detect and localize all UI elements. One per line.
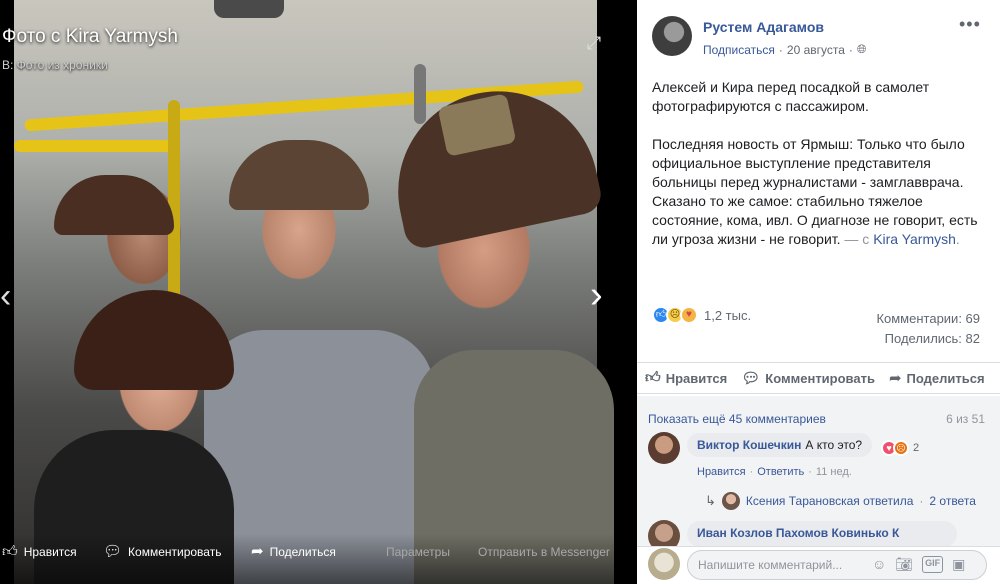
meta-separator: · <box>848 42 853 57</box>
reply-arrow-icon: ↳ <box>705 493 716 508</box>
comments-pagination: 6 из 51 <box>946 412 985 426</box>
show-more-comments-link[interactable]: Показать ещё 45 комментариев <box>648 412 826 426</box>
care-reaction-icon: ♥ <box>680 306 698 324</box>
replier-avatar <box>721 492 740 510</box>
share-icon: ➦ <box>251 543 264 560</box>
comment-bubble-partial: Иван Козлов Пахомов Ковинько К <box>687 521 957 547</box>
share-label: Поделиться <box>906 370 985 386</box>
comment-time[interactable]: 11 нед. <box>816 466 852 478</box>
sticker-icon[interactable]: ▣ <box>952 556 965 573</box>
current-user-avatar <box>648 548 680 580</box>
like-icon: 👍︎ <box>645 369 661 386</box>
post-paragraph: Последняя новость от Ярмыш: Только что б… <box>652 136 978 247</box>
yellow-pole <box>168 100 180 300</box>
follow-link[interactable]: Подписаться <box>703 43 775 57</box>
more-options-icon[interactable]: ••• <box>959 14 981 35</box>
comments-count[interactable]: Комментарии: 69 <box>876 309 980 329</box>
camera-icon[interactable]: 📷︎ <box>895 556 913 573</box>
comment-icon: 💬︎ <box>103 543 123 560</box>
photo-album[interactable]: В: Фото из хроники <box>2 58 108 72</box>
grey-strap <box>414 64 426 124</box>
author-name[interactable]: Рустем Адагамов <box>703 19 824 35</box>
post-body: Алексей и Кира перед посадкой в самолет … <box>652 78 982 268</box>
photo-options-button[interactable]: Параметры <box>386 543 450 561</box>
commenter-avatar[interactable] <box>648 432 680 464</box>
post-stats: Комментарии: 69 Поделились: 82 <box>876 309 980 349</box>
photo-options-label: Параметры <box>386 545 450 559</box>
with-prefix: — с <box>844 231 870 247</box>
globe-icon[interactable]: 🌐︎ <box>857 42 867 57</box>
emoji-icon[interactable]: ☺ <box>872 556 886 573</box>
comment-composer: ☺ 📷︎ GIF ▣ <box>637 546 1000 584</box>
replies-summary[interactable]: ↳ Ксения Тарановская ответила · 2 ответа <box>705 492 976 510</box>
send-in-messenger-button[interactable]: Отправить в Messenger <box>478 543 610 561</box>
photo-viewer: Фото с Kira Yarmysh В: Фото из хроники ⤢… <box>0 0 637 584</box>
photo[interactable] <box>14 0 614 584</box>
post-panel: Рустем Адагамов Подписаться · 20 августа… <box>637 0 1000 584</box>
bus-ceiling-light <box>214 0 284 18</box>
fullscreen-icon[interactable]: ⤢ <box>583 32 605 54</box>
photo-comment-label: Комментировать <box>128 545 222 559</box>
composer-tools: ☺ 📷︎ GIF ▣ <box>872 556 965 573</box>
comment-label: Комментировать <box>765 370 875 386</box>
comment-like-link[interactable]: Нравится <box>697 466 746 478</box>
post-date[interactable]: 20 августа <box>787 43 845 57</box>
comment-bubble: Виктор Кошечкин А кто это? <box>687 433 873 457</box>
comment-reply-link[interactable]: Ответить <box>757 466 804 478</box>
person-center-hair <box>229 140 369 210</box>
photo-comment-button[interactable]: 💬︎ Комментировать <box>103 543 221 561</box>
comment-icon: 💬︎ <box>741 370 761 387</box>
yellow-handrail <box>14 140 174 152</box>
photo-like-button[interactable]: 👍︎ Нравится <box>2 543 77 561</box>
author-avatar[interactable] <box>652 16 692 56</box>
post-actions: 👍︎ Нравится 💬︎ Комментировать ➦ Поделить… <box>637 362 1000 394</box>
comment-button[interactable]: 💬︎ Комментировать <box>741 369 875 387</box>
angry-reaction-icon: ☹ <box>893 440 909 456</box>
send-in-messenger-label: Отправить в Messenger <box>478 545 610 559</box>
like-label: Нравится <box>665 370 728 386</box>
share-icon: ➦ <box>888 370 902 387</box>
photo-share-label: Поделиться <box>269 545 336 559</box>
meta-separator: · <box>778 42 783 57</box>
comment-reaction-count: 2 <box>913 442 920 454</box>
person-left-hair <box>54 175 174 235</box>
comment-text: А кто это? <box>805 438 863 452</box>
comments-section: Показать ещё 45 комментариев 6 из 51 Вик… <box>637 396 1000 552</box>
reactions-count: 1,2 тыс. <box>704 307 752 323</box>
replies-count: 2 ответа <box>929 494 976 508</box>
like-icon: 👍︎ <box>2 543 18 560</box>
reactions-summary[interactable]: 👍︎ ☹ ♥ 1,2 тыс. <box>652 306 751 324</box>
replies-summary-text: Ксения Тарановская ответила <box>745 494 914 508</box>
woman-hair <box>74 290 234 390</box>
previous-photo-icon[interactable]: ‹ <box>0 276 11 316</box>
comment-actions: Нравится · Ответить · 11 нед. <box>697 466 852 478</box>
photo-share-button[interactable]: ➦ Поделиться <box>251 543 336 561</box>
photo-like-label: Нравится <box>23 545 77 559</box>
next-photo-icon[interactable]: › <box>590 272 603 318</box>
comment-reactions[interactable]: ♥ ☹ 2 <box>881 440 919 456</box>
post-meta: Подписаться · 20 августа · 🌐︎ <box>703 42 867 57</box>
commenter-name[interactable]: Виктор Кошечкин <box>697 438 801 452</box>
gif-icon[interactable]: GIF <box>922 556 944 573</box>
post-paragraph: Алексей и Кира перед посадкой в самолет … <box>652 79 930 114</box>
tagged-person-link[interactable]: Kira Yarmysh <box>873 231 956 247</box>
like-button[interactable]: 👍︎ Нравится <box>645 369 727 387</box>
share-button[interactable]: ➦ Поделиться <box>889 369 985 387</box>
shares-count[interactable]: Поделились: 82 <box>876 329 980 349</box>
photo-title[interactable]: Фото с Kira Yarmysh <box>2 26 178 48</box>
